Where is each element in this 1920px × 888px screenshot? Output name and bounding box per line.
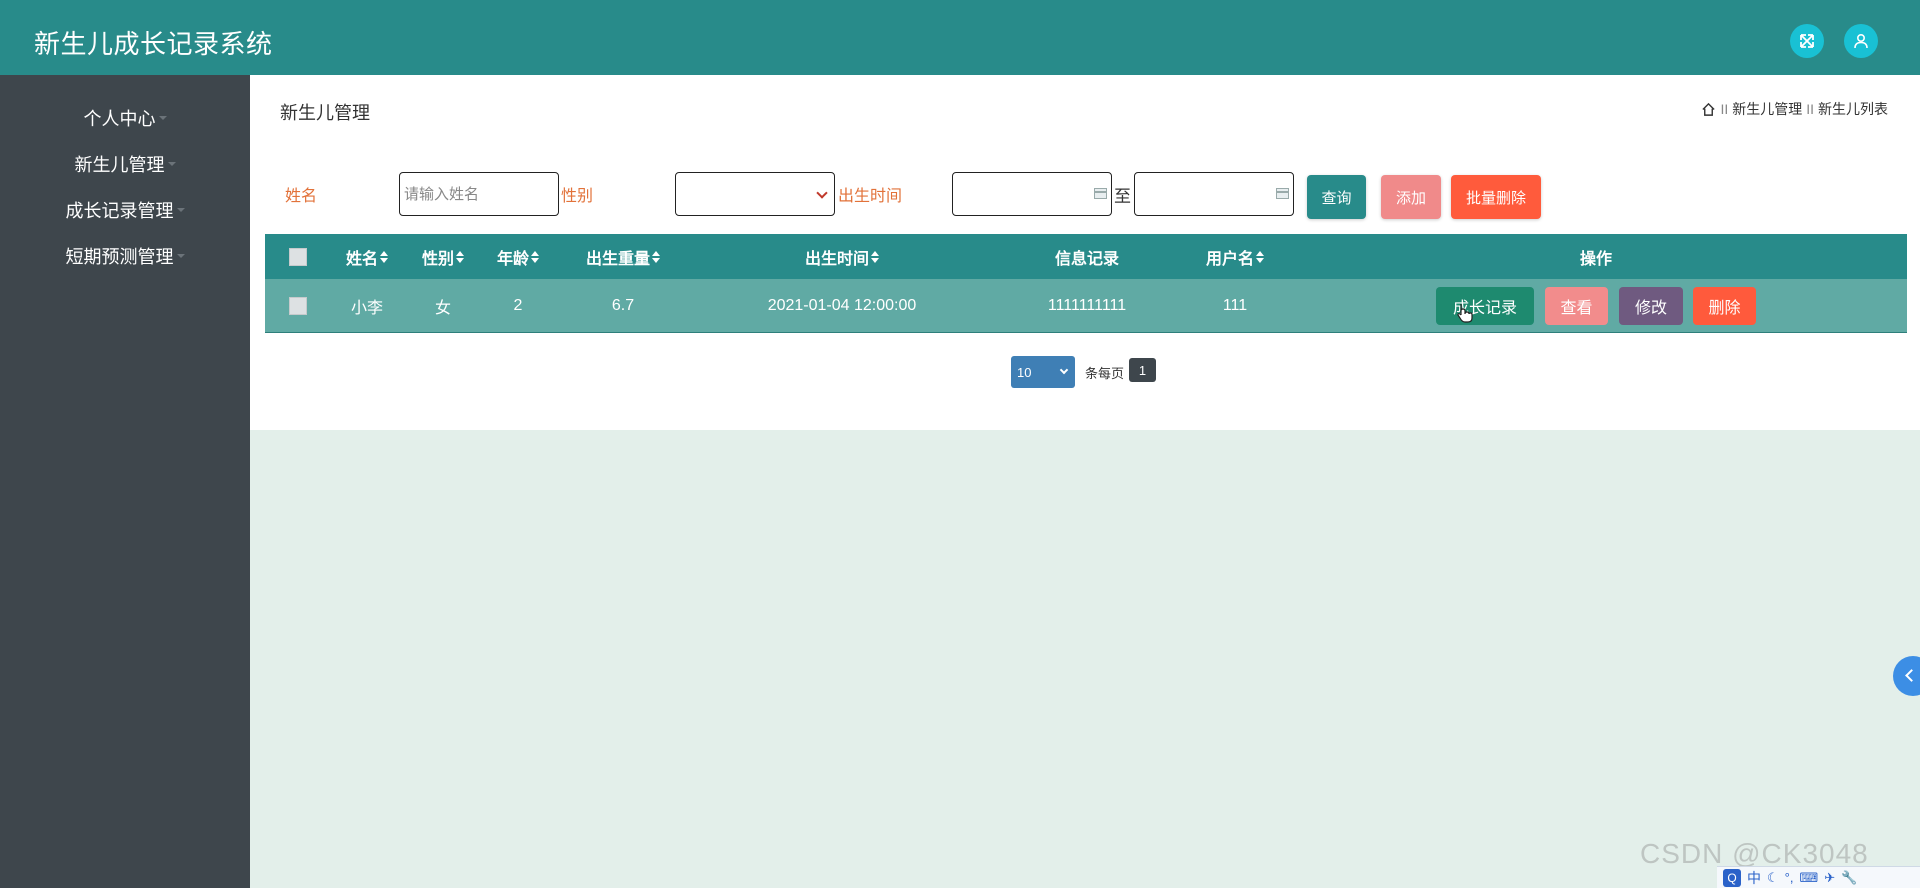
breadcrumb-separator: II — [1806, 101, 1814, 117]
moon-icon[interactable]: ☾ — [1767, 870, 1779, 886]
table-row: 小李 女 2 6.7 2021-01-04 12:00:00 111111111… — [265, 279, 1907, 333]
sort-icon — [380, 250, 389, 263]
sort-icon — [871, 250, 880, 263]
column-header-info-record: 信息记录 — [1054, 250, 1120, 268]
punctuation-icon[interactable]: °, — [1785, 870, 1794, 885]
page-size-value: 10 — [1017, 364, 1032, 380]
per-page-label: 条每页 — [1085, 366, 1125, 381]
column-header-name[interactable]: 姓名 — [346, 234, 389, 279]
caret-down-icon — [158, 116, 167, 120]
sidebar-item-newborn-management[interactable]: 新生儿管理 — [0, 141, 250, 187]
page-number-button[interactable]: 1 — [1129, 358, 1156, 382]
birth-time-start-input[interactable] — [952, 172, 1112, 216]
name-filter-label: 姓名 — [285, 188, 318, 205]
column-header-birth-time[interactable]: 出生时间 — [805, 234, 880, 279]
sort-icon — [652, 250, 661, 263]
newborn-table: 姓名 性别 年龄 出生重量 出生时间 信息记录 用户名 操作 小李 女 2 6.… — [265, 234, 1907, 333]
birth-time-filter-label: 出生时间 — [838, 188, 903, 205]
cell-birth-time: 2021-01-04 12:00:00 — [767, 296, 917, 314]
caret-down-icon — [176, 208, 185, 212]
edit-button[interactable]: 修改 — [1619, 287, 1683, 325]
column-header-username[interactable]: 用户名 — [1206, 234, 1265, 279]
calendar-icon — [1276, 188, 1289, 199]
page-size-select[interactable]: 10 — [1011, 356, 1075, 388]
row-checkbox[interactable] — [289, 296, 307, 315]
sidebar-item-label: 新生儿管理 — [74, 155, 165, 175]
fullscreen-icon — [1800, 34, 1814, 48]
calendar-icon — [1094, 188, 1107, 199]
column-header-age[interactable]: 年龄 — [497, 234, 540, 279]
collapse-panel-button[interactable] — [1893, 656, 1920, 696]
sidebar-item-label: 个人中心 — [83, 109, 156, 129]
sidebar-item-label: 短期预测管理 — [65, 247, 174, 267]
sidebar-item-label: 成长记录管理 — [65, 201, 174, 221]
add-button[interactable]: 添加 — [1381, 175, 1441, 219]
select-all-checkbox[interactable] — [289, 247, 307, 266]
caret-down-icon — [176, 254, 185, 258]
cell-name: 小李 — [350, 299, 384, 317]
ime-mode-toggle[interactable]: 中 — [1747, 868, 1761, 888]
keyboard-icon[interactable]: ⌨ — [1799, 870, 1818, 886]
sort-icon — [456, 250, 465, 263]
sidebar-item-short-term-forecast[interactable]: 短期预测管理 — [0, 233, 250, 279]
user-menu-button[interactable] — [1844, 24, 1878, 58]
breadcrumb-item[interactable]: 新生儿列表 — [1818, 99, 1888, 119]
breadcrumb-separator: II — [1720, 101, 1729, 117]
fullscreen-button[interactable] — [1790, 24, 1824, 58]
date-range-separator: 至 — [1114, 187, 1131, 206]
mouse-cursor-icon — [1457, 304, 1473, 323]
ime-toolbar: Q 中 ☾ °, ⌨ ✈ 🔧 — [1717, 866, 1920, 888]
cell-age: 2 — [513, 296, 523, 314]
birth-time-end-input[interactable] — [1134, 172, 1294, 216]
select-all-cell — [289, 234, 307, 279]
settings-icon[interactable]: 🔧 — [1841, 870, 1857, 886]
sidebar-item-personal-center[interactable]: 个人中心 — [0, 95, 250, 141]
ime-logo[interactable]: Q — [1723, 868, 1741, 887]
column-header-gender[interactable]: 性别 — [422, 234, 465, 279]
cell-gender: 女 — [434, 299, 452, 317]
name-search-input[interactable] — [399, 172, 559, 216]
column-header-actions: 操作 — [1579, 250, 1613, 268]
view-button[interactable]: 查看 — [1545, 287, 1608, 325]
sidebar: 个人中心 新生儿管理 成长记录管理 短期预测管理 — [0, 75, 250, 888]
gender-filter-label: 性别 — [561, 188, 594, 205]
chevron-down-icon — [816, 187, 828, 199]
delete-button[interactable]: 删除 — [1693, 287, 1756, 325]
cell-username: 111 — [1222, 296, 1248, 314]
column-header-birth-weight[interactable]: 出生重量 — [586, 234, 661, 279]
row-select-cell — [289, 279, 307, 332]
top-header: 新生儿成长记录系统 — [0, 0, 1920, 75]
sort-icon — [531, 250, 540, 263]
sort-icon — [1256, 250, 1265, 263]
caret-down-icon — [167, 162, 176, 166]
app-title: 新生儿成长记录系统 — [34, 29, 273, 59]
chevron-down-icon — [1059, 365, 1069, 375]
sidebar-item-growth-record-management[interactable]: 成长记录管理 — [0, 187, 250, 233]
user-icon — [1854, 33, 1868, 49]
home-icon[interactable] — [1701, 102, 1716, 117]
cell-birth-weight: 6.7 — [611, 296, 635, 314]
growth-record-button[interactable]: 成长记录 — [1436, 287, 1534, 325]
gender-select[interactable] — [675, 172, 835, 216]
batch-delete-button[interactable]: 批量删除 — [1451, 175, 1541, 219]
breadcrumb: II 新生儿管理 II 新生儿列表 — [1701, 99, 1888, 119]
breadcrumb-item[interactable]: 新生儿管理 — [1732, 99, 1802, 119]
search-button[interactable]: 查询 — [1307, 175, 1366, 219]
page-title: 新生儿管理 — [280, 103, 370, 123]
cell-info-record: 1111111111 — [1047, 296, 1127, 314]
table-header: 姓名 性别 年龄 出生重量 出生时间 信息记录 用户名 操作 — [265, 234, 1907, 279]
tool-icon[interactable]: ✈ — [1824, 870, 1835, 886]
